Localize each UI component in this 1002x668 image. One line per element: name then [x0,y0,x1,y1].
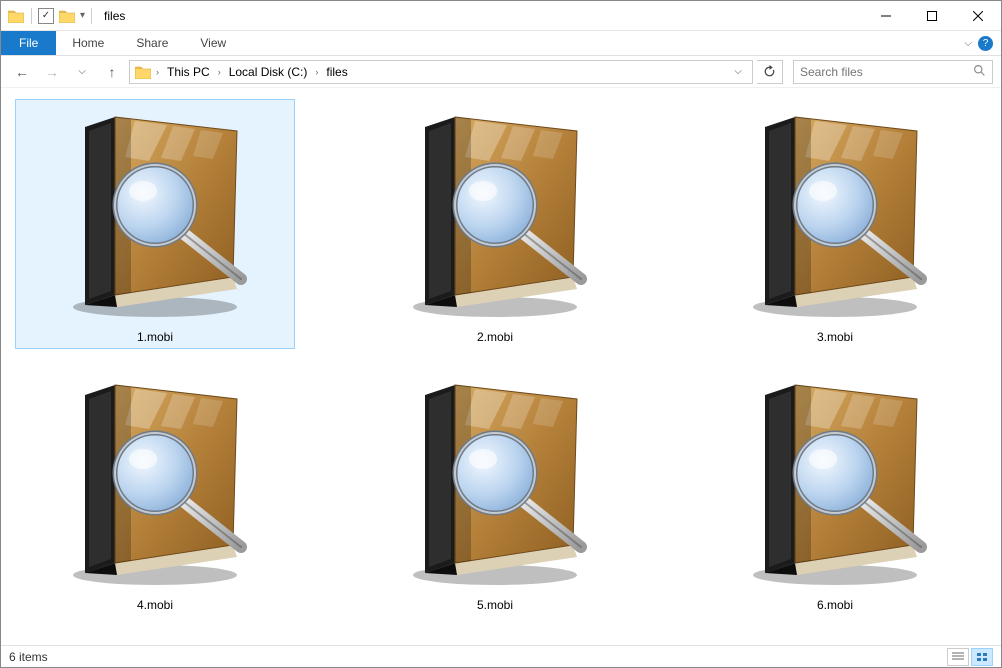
address-dropdown-icon[interactable]: ⌵ [728,66,748,77]
file-label: 1.mobi [137,330,173,344]
folder-icon [58,7,76,25]
titlebar: ✓ ▾ files [1,1,1001,31]
minimize-button[interactable] [863,1,909,30]
file-label: 3.mobi [817,330,853,344]
item-count: 6 items [9,650,48,664]
navigation-row: ← → ⌵ ↑ › This PC › Local Disk (C:) › fi… [1,56,1001,88]
recent-locations-dropdown[interactable]: ⌵ [69,59,95,85]
forward-button[interactable]: → [39,59,65,85]
breadcrumb-segment[interactable]: files [322,65,351,79]
mobi-file-icon [35,104,275,324]
mobi-file-icon [375,372,615,592]
file-label: 5.mobi [477,598,513,612]
ribbon: File Home Share View ⌵ ? [1,31,1001,56]
separator [31,8,32,24]
window-controls [863,1,1001,30]
mobi-file-icon [715,372,955,592]
file-item[interactable]: 4.mobi [15,367,295,617]
tab-view[interactable]: View [184,31,242,55]
status-bar: 6 items [1,645,1001,667]
help-icon[interactable]: ? [978,36,993,51]
qat-dropdown-icon[interactable]: ▾ [80,10,85,21]
mobi-file-icon [375,104,615,324]
mobi-file-icon [35,372,275,592]
mobi-file-icon [715,104,955,324]
file-item[interactable]: 5.mobi [355,367,635,617]
folder-icon [7,7,25,25]
file-tab[interactable]: File [1,31,56,55]
search-box[interactable] [793,60,993,84]
folder-icon [134,63,152,81]
breadcrumb-segment[interactable]: Local Disk (C:) [225,65,312,79]
ribbon-right: ⌵ ? [964,31,1001,55]
quick-access-toolbar: ✓ ▾ files [1,7,125,25]
breadcrumb-segment[interactable]: This PC [163,65,214,79]
chevron-right-icon[interactable]: › [216,67,223,77]
file-label: 2.mobi [477,330,513,344]
files-grid: 1.mobi 2.mobi 3.mobi 4.mobi 5.mobi 6.mobi [15,99,987,617]
separator [91,8,92,24]
close-button[interactable] [955,1,1001,30]
chevron-right-icon[interactable]: › [313,67,320,77]
window-title: files [104,9,125,23]
tab-home[interactable]: Home [56,31,120,55]
up-button[interactable]: ↑ [99,59,125,85]
large-icons-view-button[interactable] [971,648,993,666]
maximize-button[interactable] [909,1,955,30]
file-item[interactable]: 2.mobi [355,99,635,349]
search-icon[interactable] [973,64,986,80]
properties-toggle-icon[interactable]: ✓ [38,8,54,24]
search-input[interactable] [800,65,973,79]
file-item[interactable]: 3.mobi [695,99,975,349]
view-toggle [947,648,993,666]
back-button[interactable]: ← [9,59,35,85]
file-item[interactable]: 1.mobi [15,99,295,349]
ribbon-collapse-icon[interactable]: ⌵ [964,38,972,49]
file-list-pane[interactable]: 1.mobi 2.mobi 3.mobi 4.mobi 5.mobi 6.mobi [1,89,1001,645]
file-item[interactable]: 6.mobi [695,367,975,617]
refresh-button[interactable] [757,60,783,84]
tab-share[interactable]: Share [120,31,184,55]
file-label: 4.mobi [137,598,173,612]
details-view-button[interactable] [947,648,969,666]
chevron-right-icon[interactable]: › [154,67,161,77]
file-label: 6.mobi [817,598,853,612]
address-bar[interactable]: › This PC › Local Disk (C:) › files ⌵ [129,60,753,84]
